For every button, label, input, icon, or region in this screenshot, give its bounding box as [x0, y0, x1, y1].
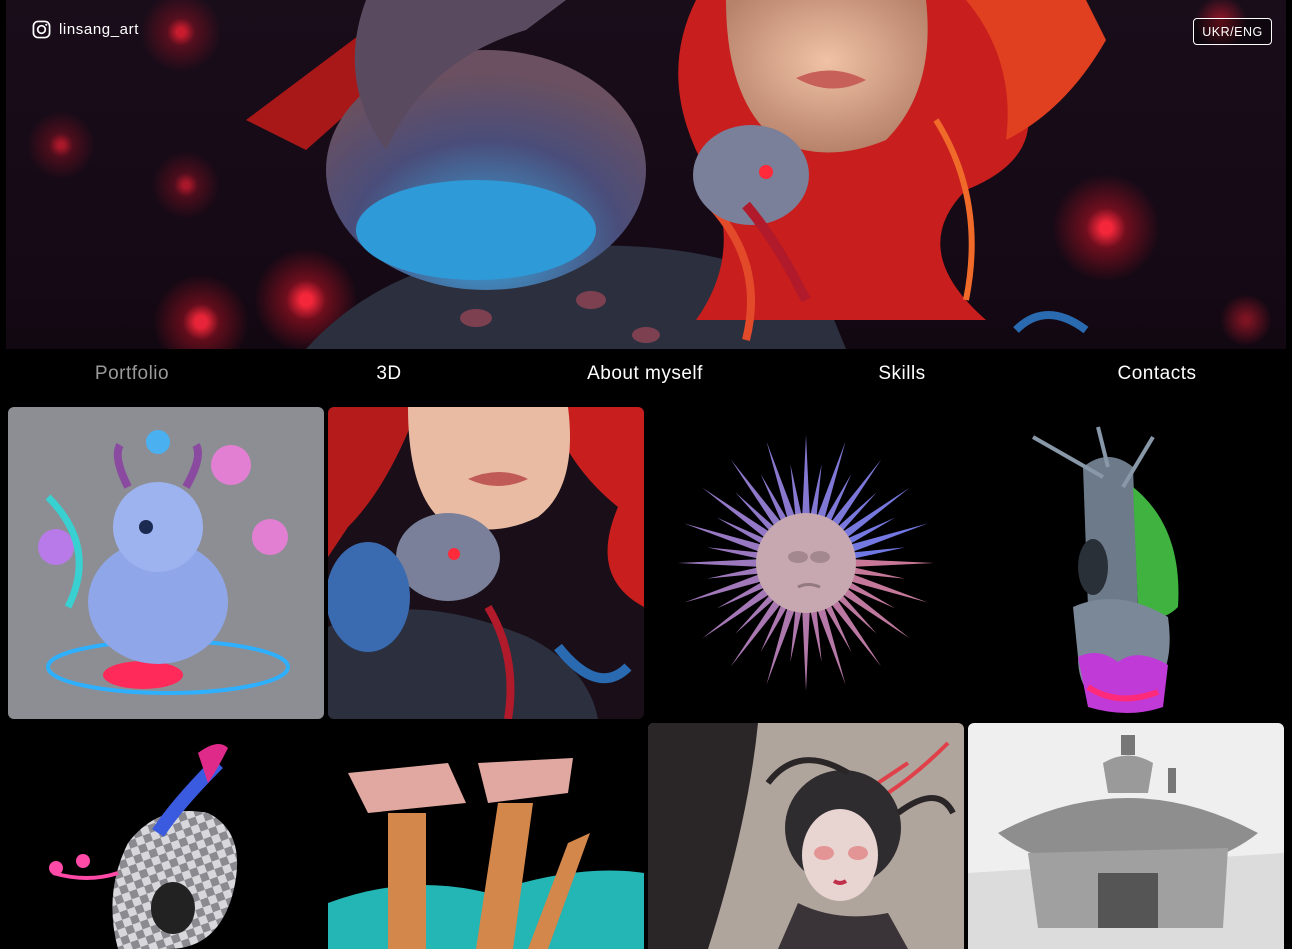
instagram-handle: linsang_art — [59, 21, 139, 38]
nav-item-portfolio[interactable]: Portfolio — [4, 363, 260, 385]
gallery-item-spiky-sun[interactable] — [648, 407, 964, 719]
gallery-item-nailed-totem[interactable] — [968, 407, 1284, 719]
nav-item-contacts[interactable]: Contacts — [1029, 363, 1285, 385]
language-toggle-button[interactable]: UKR/ENG — [1193, 18, 1272, 45]
instagram-icon — [32, 20, 51, 39]
nav-item-about[interactable]: About myself — [517, 363, 773, 385]
hero-artwork — [246, 0, 1106, 349]
instagram-link[interactable]: linsang_art — [32, 20, 139, 39]
main-nav: Portfolio 3D About myself Skills Contact… — [0, 349, 1292, 405]
gallery-item-clay-house[interactable] — [968, 723, 1284, 949]
gallery-item-red-hair-girl[interactable] — [328, 407, 644, 719]
hero-banner: linsang_art UKR/ENG — [6, 0, 1286, 349]
gallery-item-pale-girl[interactable] — [648, 723, 964, 949]
gallery-item-broken-columns[interactable] — [328, 723, 644, 949]
nav-item-skills[interactable]: Skills — [774, 363, 1030, 385]
gallery-item-blue-creature[interactable] — [8, 407, 324, 719]
gallery-item-checkered-helmet[interactable] — [8, 723, 324, 949]
nav-item-3d[interactable]: 3D — [261, 363, 517, 385]
